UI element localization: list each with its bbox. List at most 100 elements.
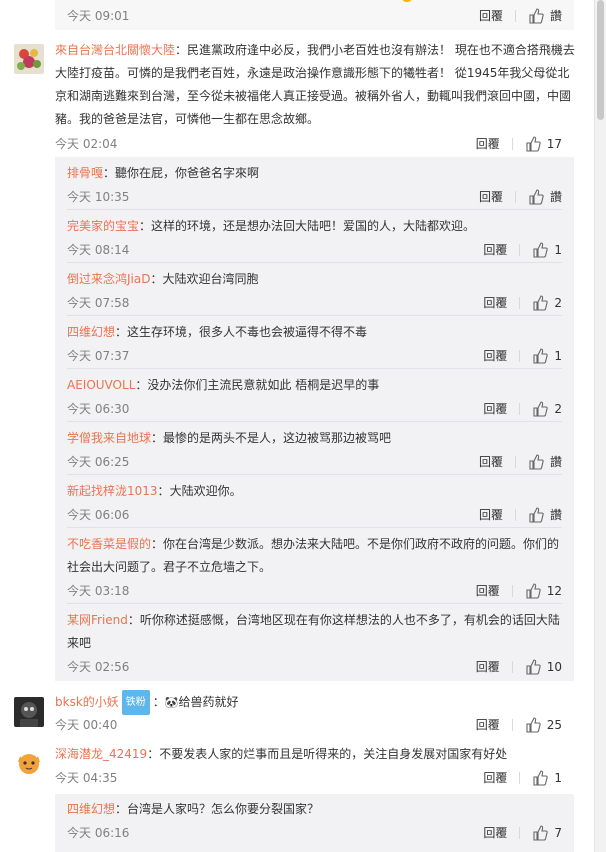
reply-button[interactable]: 回覆 bbox=[479, 453, 503, 470]
fan-badge[interactable]: 铁粉 bbox=[121, 690, 150, 715]
like-button[interactable]: 2 bbox=[532, 294, 562, 311]
username-link[interactable]: 新起找梓泷1013 bbox=[67, 484, 158, 498]
reply-text: 台湾是人家吗？怎么你要分裂国家？ bbox=[127, 802, 320, 816]
like-count: 2 bbox=[554, 401, 562, 416]
reply-item: 倒过来念鸿JiaD：大陆欢迎台湾同胞 今天 07:58 回覆 2 bbox=[67, 263, 562, 316]
reply-item: 四维幻想：台湾是人家吗？怎么你要分裂国家？ 今天 06:16 回覆 7 bbox=[67, 802, 562, 841]
like-count: 7 bbox=[554, 825, 562, 840]
reply-button[interactable]: 回覆 bbox=[479, 7, 503, 24]
timestamp: 今天 06:16 bbox=[67, 826, 130, 840]
username-link[interactable]: 不吃香菜是假的 bbox=[67, 537, 151, 551]
like-count: 讚 bbox=[549, 508, 562, 522]
comment-actions: 回覆 讚 bbox=[479, 506, 562, 523]
reply-button[interactable]: 回覆 bbox=[483, 769, 507, 786]
comment-actions: 回覆 10 bbox=[476, 658, 562, 675]
comment-text: 给兽药就好 bbox=[178, 695, 239, 709]
scrollbar-thumb[interactable] bbox=[597, 0, 604, 120]
dark-avatar-icon bbox=[14, 697, 44, 727]
comment-actions: 回覆 讚 bbox=[479, 7, 562, 24]
like-button[interactable]: 17 bbox=[525, 135, 562, 152]
timestamp: 今天 06:25 bbox=[67, 455, 130, 469]
like-button[interactable]: 1 bbox=[532, 241, 562, 258]
flower-avatar-icon bbox=[14, 44, 44, 74]
like-count: 讚 bbox=[549, 455, 562, 469]
reply-button[interactable]: 回覆 bbox=[476, 716, 500, 733]
reply-button[interactable]: 回覆 bbox=[476, 135, 500, 152]
reply-list: 四维幻想：台湾是人家吗？怎么你要分裂国家？ 今天 06:16 回覆 7 bbox=[55, 794, 574, 852]
like-count: 12 bbox=[546, 583, 562, 598]
comment-item: 深海潜龙_42419：不要发表人家的烂事而且是听得来的，关注自身发展对国家有好处 bbox=[55, 747, 508, 761]
comment-actions: 回覆 2 bbox=[483, 294, 562, 311]
like-button[interactable]: 2 bbox=[532, 400, 562, 417]
username-link[interactable]: 四维幻想 bbox=[67, 325, 115, 339]
thumbs-up-icon bbox=[529, 453, 544, 470]
timestamp: 今天 09:01 bbox=[67, 9, 130, 23]
like-count: 1 bbox=[554, 770, 562, 785]
like-button[interactable]: 讚 bbox=[528, 506, 562, 523]
thumbs-up-icon bbox=[533, 824, 549, 841]
reply-text: 没办法你们主流民意就如此 梧桐是迟早的事 bbox=[147, 378, 380, 392]
avatar[interactable] bbox=[14, 748, 44, 778]
thumbs-up-icon bbox=[526, 135, 541, 152]
username-link[interactable]: 來自台灣台北關懷大陸 bbox=[55, 43, 175, 57]
like-count: 25 bbox=[546, 717, 562, 732]
comment-actions: 回覆 1 bbox=[483, 769, 562, 786]
comment-page: 今天 09:01 回覆 讚 來自台灣台北關懷大陸：民進黨政府逢中必反，我們小老百… bbox=[0, 0, 594, 852]
like-button[interactable]: 讚 bbox=[528, 7, 562, 24]
reply-item: 某网Friend：听你称述挺感慨，台湾地区现在有你这样想法的人也不多了，有机会的… bbox=[67, 613, 562, 675]
thumbs-up-icon bbox=[533, 241, 549, 258]
scrollbar[interactable] bbox=[594, 0, 606, 852]
comment-item: 來自台灣台北關懷大陸：民進黨政府逢中必反，我們小老百姓也沒有辦法！ 現在也不適合… bbox=[55, 43, 575, 126]
timestamp: 今天 06:06 bbox=[67, 508, 130, 522]
timestamp: 今天 02:56 bbox=[67, 660, 130, 674]
reply-button[interactable]: 回覆 bbox=[483, 400, 507, 417]
like-button[interactable]: 25 bbox=[525, 716, 562, 733]
timestamp: 今天 06:30 bbox=[67, 402, 130, 416]
like-button[interactable]: 1 bbox=[532, 769, 562, 786]
comment-actions: 回覆 12 bbox=[476, 582, 562, 599]
username-link[interactable]: 排骨嘎 bbox=[67, 166, 103, 180]
username-link[interactable]: bksk的小妖 bbox=[55, 695, 119, 709]
timestamp: 今天 07:58 bbox=[67, 296, 130, 310]
reply-button[interactable]: 回覆 bbox=[476, 658, 500, 675]
reply-item: 新起找梓泷1013：大陆欢迎你。 今天 06:06 回覆 讚 bbox=[67, 475, 562, 528]
reply-text: 大陆欢迎台湾同胞 bbox=[162, 272, 259, 286]
reply-text: 这样的环境，还是想办法回大陆吧！爱国的人，大陆都欢迎。 bbox=[151, 219, 476, 233]
like-button[interactable]: 12 bbox=[525, 582, 562, 599]
reply-button[interactable]: 回覆 bbox=[483, 241, 507, 258]
divider bbox=[514, 9, 516, 22]
reply-item: 排骨嘎：聽你在屁，你爸爸名字來啊 今天 10:35 回覆 讚 bbox=[67, 157, 562, 210]
reply-button[interactable]: 回覆 bbox=[476, 582, 500, 599]
username-link[interactable]: 深海潜龙_42419 bbox=[55, 747, 147, 761]
comment-item: bksk的小妖 铁粉 ：🐼给兽药就好 bbox=[55, 690, 239, 715]
like-button[interactable]: 7 bbox=[532, 824, 562, 841]
username-link[interactable]: AEIOUVOLL bbox=[67, 378, 135, 392]
reply-item: 学僧我来自地球：最惨的是两头不是人，这边被骂那边被骂吧 今天 06:25 回覆 … bbox=[67, 422, 562, 475]
like-button[interactable]: 讚 bbox=[528, 188, 562, 205]
like-count: 讚 bbox=[549, 190, 562, 204]
username-link[interactable]: 四维幻想 bbox=[67, 802, 115, 816]
like-count: 2 bbox=[554, 295, 562, 310]
panda-emoji-icon: 🐼 bbox=[164, 696, 179, 709]
divider bbox=[511, 137, 513, 150]
avatar[interactable] bbox=[14, 44, 44, 74]
like-button[interactable]: 讚 bbox=[528, 453, 562, 470]
like-button[interactable]: 1 bbox=[532, 347, 562, 364]
reply-button[interactable]: 回覆 bbox=[479, 188, 503, 205]
reply-button[interactable]: 回覆 bbox=[483, 347, 507, 364]
avatar[interactable] bbox=[14, 697, 44, 727]
reply-button[interactable]: 回覆 bbox=[479, 506, 503, 523]
username-link[interactable]: 学僧我来自地球 bbox=[67, 431, 151, 445]
reply-button[interactable]: 回覆 bbox=[483, 294, 507, 311]
comment-actions: 回覆 讚 bbox=[479, 453, 562, 470]
like-button[interactable]: 10 bbox=[525, 658, 562, 675]
previous-reply-box: 今天 09:01 回覆 讚 bbox=[55, 0, 574, 30]
like-count: 1 bbox=[554, 348, 562, 363]
reply-button[interactable]: 回覆 bbox=[483, 824, 507, 841]
username-link[interactable]: 倒过来念鸿JiaD bbox=[67, 272, 150, 286]
reply-list: 排骨嘎：聽你在屁，你爸爸名字來啊 今天 10:35 回覆 讚 完美家的宝宝：这样… bbox=[55, 157, 574, 681]
username-link[interactable]: 某网Friend bbox=[67, 613, 128, 627]
comment-text: 不要发表人家的烂事而且是听得来的，关注自身发展对国家有好处 bbox=[159, 747, 508, 761]
reply-item: 完美家的宝宝：这样的环境，还是想办法回大陆吧！爱国的人，大陆都欢迎。 今天 08… bbox=[67, 210, 562, 263]
username-link[interactable]: 完美家的宝宝 bbox=[67, 219, 139, 233]
